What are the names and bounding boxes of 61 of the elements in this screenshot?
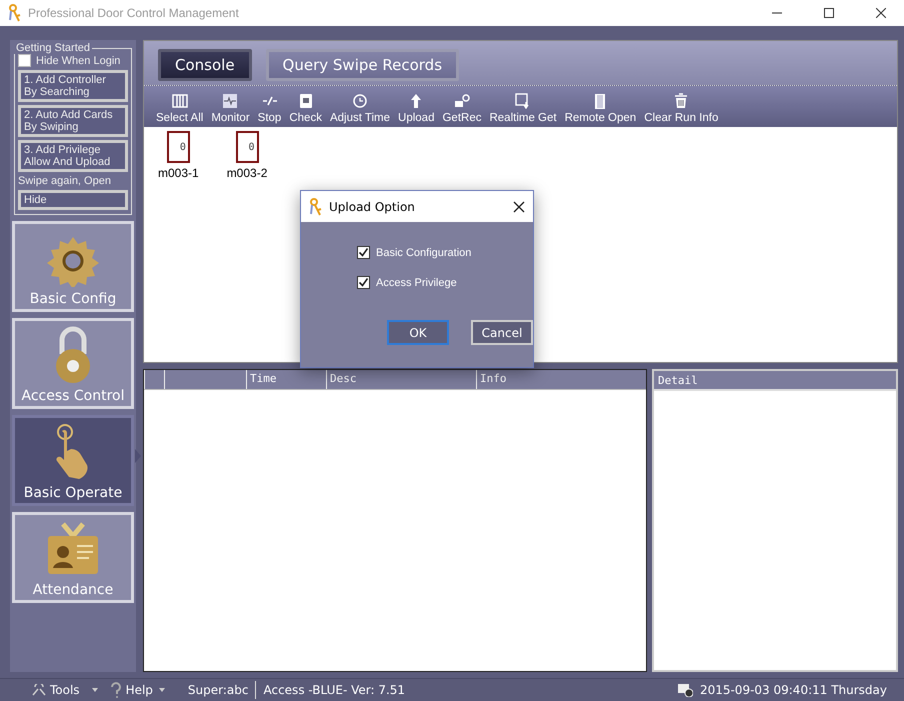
columns-icon (172, 93, 188, 109)
close-icon[interactable] (513, 200, 525, 212)
nav-item[interactable]: Basic Operate (12, 415, 134, 506)
checkbox[interactable] (18, 54, 31, 67)
maximize-icon[interactable] (824, 8, 834, 18)
version-label: Access -BLUE- Ver: 7.51 (262, 683, 406, 697)
toolbar-button[interactable]: Adjust Time (326, 93, 394, 124)
toolbar-button[interactable]: Remote Open (560, 93, 640, 124)
toolbar-button[interactable]: GetRec (438, 93, 486, 124)
hint-text: Swipe again, Open (18, 175, 112, 187)
nav-item[interactable]: Access Control (12, 318, 134, 409)
toolbar-button[interactable]: Check (285, 93, 326, 124)
user-label: Super:abc (186, 683, 250, 697)
tab[interactable]: Query Swipe Records (266, 49, 460, 81)
cancel-button[interactable]: Cancel (471, 320, 533, 345)
checkbox-label: Access Privilege (376, 276, 457, 288)
toolbar-button[interactable]: Upload (394, 93, 438, 124)
toolbar-button[interactable]: Realtime Get (485, 93, 561, 124)
door-icon[interactable]: 0 (166, 131, 190, 163)
step-button[interactable]: 3. Add Privilege Allow And Upload (18, 140, 128, 172)
nav-item[interactable]: Attendance (12, 512, 134, 603)
column-header: Info (476, 370, 596, 389)
toolbar-button[interactable]: Select All (152, 93, 208, 124)
gear-icon (47, 235, 99, 287)
datetime-label: 2015-09-03 09:40:11 Thursday (698, 683, 888, 697)
close-icon[interactable] (876, 8, 886, 18)
column-header: Time (246, 370, 326, 389)
detail-header: Detail (654, 371, 896, 391)
toolbar-button[interactable]: Monitor (207, 93, 254, 124)
step-button[interactable]: 2. Auto Add Cards By Swiping (18, 105, 128, 137)
caret-icon (92, 688, 98, 692)
door-label: m003-1 (158, 166, 199, 180)
toolbar-button[interactable]: Stop (254, 93, 286, 124)
hide-button[interactable]: Hide (18, 190, 128, 210)
checkbox-label: Hide When Login (36, 54, 120, 66)
save-download-icon (515, 93, 532, 109)
keys-icon (8, 4, 22, 22)
nav-item[interactable]: Basic Config (12, 221, 134, 312)
keys-icon (309, 198, 323, 216)
dialog-title: Upload Option (329, 200, 416, 214)
tab[interactable]: Console (158, 49, 252, 81)
tools-icon (32, 684, 46, 696)
help-menu[interactable]: Help (106, 682, 171, 698)
toolbar-button[interactable]: Clear Run Info (640, 93, 722, 124)
caret-icon (156, 687, 167, 693)
pulse-icon (222, 93, 238, 109)
step-button[interactable]: 1. Add Controller By Searching (18, 70, 128, 102)
checkbox-label: Basic Configuration (376, 246, 472, 258)
panel-title: Getting Started (15, 42, 91, 54)
column-header: Desc (326, 370, 476, 389)
checkbox[interactable] (357, 276, 370, 289)
help-icon (110, 682, 122, 698)
checkbox[interactable] (357, 246, 370, 259)
trash-icon (673, 93, 690, 109)
window-title: Professional Door Control Management (28, 6, 240, 20)
tools-menu[interactable]: Tools (28, 683, 102, 697)
padlock-icon (53, 326, 93, 384)
door-icon[interactable]: 0 (236, 131, 259, 163)
ok-button[interactable]: OK (387, 320, 449, 345)
clock-icon (352, 93, 368, 109)
door-label: m003-2 (226, 166, 268, 180)
